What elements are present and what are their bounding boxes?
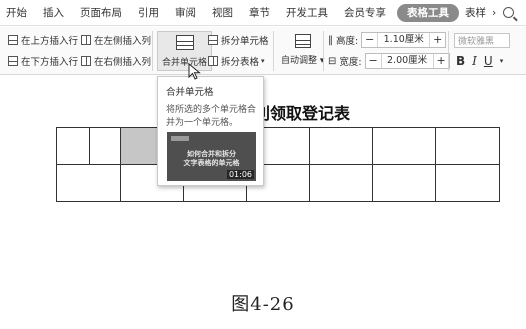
merge-cells-tooltip: 合并单元格 将所选的多个单元格合并为一个单元格。 如何合并和拆分 文字表格的单元… <box>157 76 264 186</box>
insert-row-above-label: 在上方插入行 <box>21 36 79 47</box>
ribbon-divider <box>323 31 324 71</box>
table-cell[interactable] <box>309 127 373 165</box>
mouse-cursor-icon <box>188 63 201 80</box>
merge-cells-icon <box>175 35 194 50</box>
figure-caption: 图4-26 <box>231 294 295 315</box>
table-cell[interactable] <box>372 164 436 202</box>
video-duration: 01:06 <box>226 170 254 179</box>
row-height-icon: ‖ <box>328 34 333 46</box>
italic-button[interactable]: I <box>472 54 477 68</box>
chevron-right-icon[interactable]: › <box>489 7 499 19</box>
insert-col-right-icon <box>81 56 91 66</box>
ribbon-divider <box>273 31 274 71</box>
split-cells-icon <box>208 35 218 45</box>
height-label: 高度: <box>336 36 359 47</box>
width-increase-button[interactable]: + <box>434 54 449 68</box>
tooltip-title: 合并单元格 <box>166 87 214 98</box>
ribbon-table-tools: 在上方插入行 在下方插入行 在左侧插入列 在右侧插入列 合并单元格 拆分单元格 … <box>0 27 526 75</box>
tab-table-tools[interactable]: 表格工具 <box>397 3 459 22</box>
table-cell[interactable] <box>372 127 436 165</box>
insert-row-above-icon <box>8 35 18 45</box>
insert-row-below-label: 在下方插入行 <box>21 57 79 68</box>
table-cell[interactable] <box>309 164 373 202</box>
col-width-control: ⊟ 宽度: − 2.00厘米 + <box>328 53 450 69</box>
width-stepper[interactable]: − 2.00厘米 + <box>364 53 450 69</box>
menu-bar: 开始 插入 页面布局 引用 审阅 视图 章节 开发工具 会员专享 表格工具 表样… <box>0 0 526 26</box>
tutorial-video-thumbnail[interactable]: 如何合并和拆分 文字表格的单元格 01:06 <box>167 132 256 181</box>
auto-fit-label: 自动调整 ▾ <box>281 56 325 66</box>
video-logo <box>171 136 189 141</box>
insert-col-right-label: 在右侧插入列 <box>94 57 152 68</box>
bold-button[interactable]: B <box>456 54 465 68</box>
height-stepper[interactable]: − 1.10厘米 + <box>361 32 447 48</box>
tab-references[interactable]: 引用 <box>130 0 167 26</box>
auto-fit-button[interactable]: 自动调整 ▾ <box>281 34 324 66</box>
insert-col-right-button[interactable]: 在右侧插入列 <box>81 54 151 68</box>
height-value[interactable]: 1.10厘米 <box>377 33 431 47</box>
split-table-icon <box>208 56 218 66</box>
auto-fit-icon <box>294 34 311 48</box>
tab-view[interactable]: 视图 <box>204 0 241 26</box>
underline-button[interactable]: U <box>484 54 493 68</box>
font-format-group: B I U ▾ <box>456 54 503 68</box>
table-cell[interactable] <box>89 127 121 165</box>
search-icon[interactable] <box>503 7 515 18</box>
tab-section[interactable]: 章节 <box>241 0 278 26</box>
table-cell[interactable] <box>56 127 90 165</box>
split-cells-button[interactable]: 拆分单元格 <box>208 33 269 47</box>
chevron-down-icon[interactable]: ▾ <box>500 57 504 65</box>
chevron-down-icon: ▾ <box>261 57 265 65</box>
width-value[interactable]: 2.00厘米 <box>380 54 434 68</box>
video-title-line-2: 文字表格的单元格 <box>183 159 240 167</box>
height-decrease-button[interactable]: − <box>362 33 377 47</box>
split-cells-label: 拆分单元格 <box>221 36 269 47</box>
tab-review[interactable]: 审阅 <box>167 0 204 26</box>
insert-row-below-icon <box>8 56 18 66</box>
insert-row-below-button[interactable]: 在下方插入行 <box>8 54 78 68</box>
table-cell[interactable] <box>435 127 500 165</box>
table-cell[interactable] <box>56 164 121 202</box>
insert-col-left-button[interactable]: 在左侧插入列 <box>81 33 151 47</box>
tab-table-style[interactable]: 表样 <box>462 5 489 20</box>
tab-insert[interactable]: 插入 <box>35 0 72 26</box>
col-width-icon: ⊟ <box>328 55 337 67</box>
split-table-button[interactable]: 拆分表格 ▾ <box>208 54 265 68</box>
table-row <box>56 127 500 165</box>
insert-row-above-button[interactable]: 在上方插入行 <box>8 33 78 47</box>
table-cell[interactable] <box>435 164 500 202</box>
registration-table[interactable] <box>56 127 500 202</box>
merge-cells-button[interactable]: 合并单元格 <box>157 31 213 71</box>
tab-start[interactable]: 开始 <box>0 0 35 26</box>
width-label: 宽度: <box>339 57 362 68</box>
tooltip-description: 将所选的多个单元格合并为一个单元格。 <box>166 105 257 128</box>
tab-developer[interactable]: 开发工具 <box>278 0 336 26</box>
tab-member[interactable]: 会员专享 <box>336 0 394 26</box>
insert-col-left-label: 在左侧插入列 <box>94 36 152 47</box>
ribbon-divider <box>448 31 449 71</box>
split-table-label: 拆分表格 <box>221 57 260 68</box>
insert-col-left-icon <box>81 35 91 45</box>
row-height-control: ‖ 高度: − 1.10厘米 + <box>328 32 447 48</box>
table-row <box>56 164 500 202</box>
font-select-wrap: 微软雅黑 <box>454 33 510 48</box>
height-increase-button[interactable]: + <box>430 33 445 47</box>
font-name-select[interactable]: 微软雅黑 <box>454 33 510 48</box>
tab-page-layout[interactable]: 页面布局 <box>72 0 130 26</box>
width-decrease-button[interactable]: − <box>366 54 381 68</box>
ribbon-divider <box>152 31 153 71</box>
